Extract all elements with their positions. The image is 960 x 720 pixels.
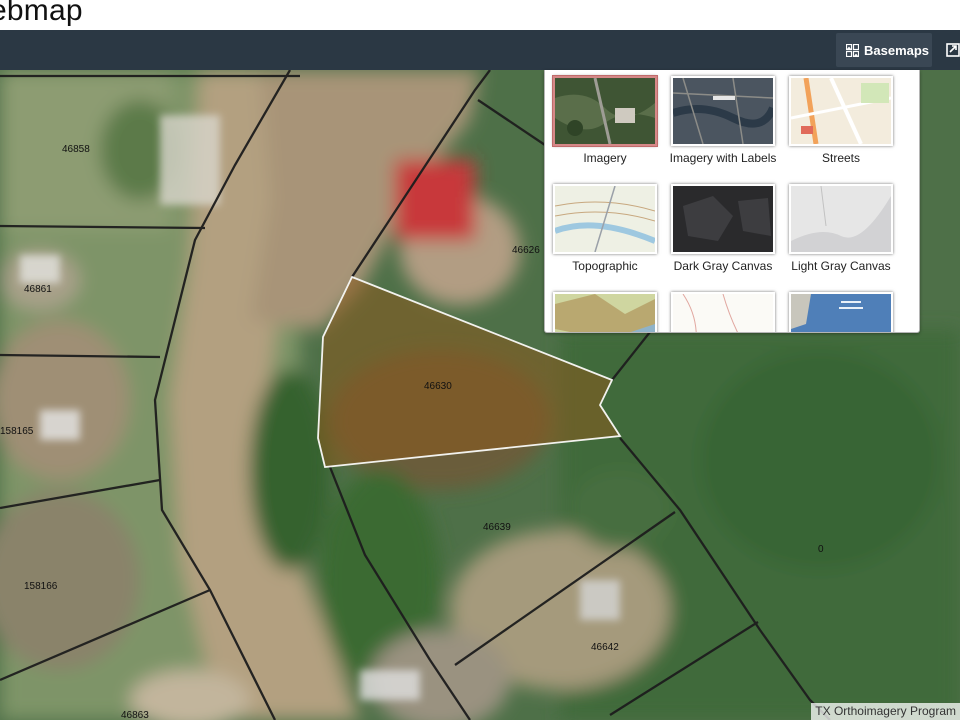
parcel-label: 46642 — [591, 642, 619, 653]
map-attribution: TX Orthoimagery Program — [811, 703, 960, 720]
parcel-label: 46861 — [24, 284, 52, 295]
app-title: ebmap — [0, 0, 83, 27]
oceans-thumbnail — [789, 292, 893, 332]
terrain-thumbnail — [671, 292, 775, 332]
basemap-label: Imagery with Labels — [669, 151, 777, 165]
parcel-label: 158165 — [0, 426, 34, 437]
basemaps-button[interactable]: Basemaps — [836, 33, 932, 67]
toolbar — [0, 30, 960, 70]
basemaps-label: Basemaps — [864, 42, 930, 58]
basemap-streets[interactable]: Streets — [782, 76, 900, 165]
basemap-label: Light Gray Canvas — [791, 259, 891, 273]
basemap-imagery-with-labels[interactable]: Imagery with Labels — [664, 76, 782, 165]
share-icon[interactable] — [944, 38, 960, 62]
parcel-label: 0 — [818, 544, 824, 555]
basemap-dark-gray-canvas[interactable]: Dark Gray Canvas — [664, 184, 782, 273]
imagery-labels-thumbnail — [671, 76, 775, 146]
selected-parcel-label: 46630 — [424, 381, 452, 392]
imagery-thumbnail — [553, 76, 657, 146]
light-gray-thumbnail — [789, 184, 893, 254]
parcel-label: 46863 — [121, 710, 149, 720]
basemap-oceans[interactable] — [782, 292, 900, 332]
topographic-thumbnail — [553, 184, 657, 254]
parcel-label: 46626 — [512, 245, 540, 256]
parcel-label: 46639 — [483, 522, 511, 533]
national-geographic-thumbnail — [553, 292, 657, 332]
basemap-label: Imagery — [583, 151, 627, 165]
dark-gray-thumbnail — [671, 184, 775, 254]
basemap-imagery[interactable]: Imagery — [546, 76, 664, 165]
parcel-label: 46858 — [62, 144, 90, 155]
streets-thumbnail — [789, 76, 893, 146]
basemap-label: Dark Gray Canvas — [673, 259, 773, 273]
basemap-topographic[interactable]: Topographic — [546, 184, 664, 273]
basemap-label: Topographic — [572, 259, 638, 273]
app-title-bar: ebmap — [0, 0, 960, 30]
basemap-terrain[interactable] — [664, 292, 782, 332]
basemap-gallery: Imagery Imagery with Labels Streets Topo… — [544, 70, 920, 333]
basemap-national-geographic[interactable] — [546, 292, 664, 332]
basemap-gallery-icon — [845, 43, 860, 57]
parcel-label: 158166 — [24, 581, 58, 592]
basemap-label: Streets — [821, 151, 860, 165]
basemap-light-gray-canvas[interactable]: Light Gray Canvas — [782, 184, 900, 273]
